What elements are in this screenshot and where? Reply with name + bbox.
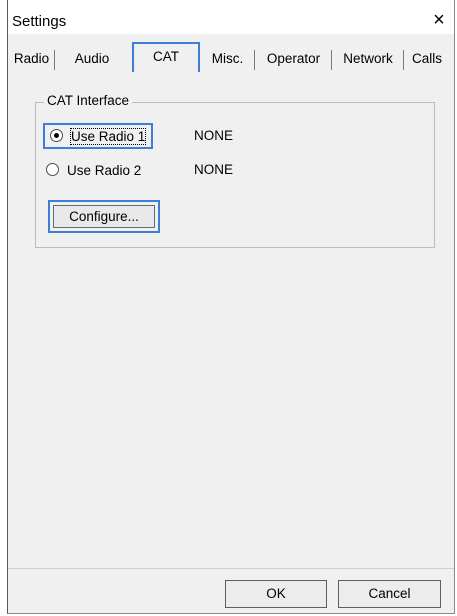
tab-misc[interactable]: Misc. [200,45,255,71]
tab-audio[interactable]: Audio [55,45,129,71]
tab-radio[interactable]: Radio [8,45,55,71]
title-bar[interactable]: Settings × [8,0,454,34]
use-radio-2-option[interactable]: Use Radio 2 [46,159,141,181]
radio-2-label: Use Radio 2 [67,163,142,178]
settings-dialog: Settings × Radio Audio CAT Misc. Operato… [7,0,455,614]
configure-button-label: Configure... [53,205,155,228]
radio-1-status: NONE [194,128,234,143]
cat-interface-group: CAT Interface Use Radio 1 NONE Use Radio… [35,93,435,248]
tab-network[interactable]: Network [332,45,404,71]
cat-tab-panel: CAT Interface Use Radio 1 NONE Use Radio… [8,72,454,566]
ok-button[interactable]: OK [225,580,327,608]
configure-button[interactable]: Configure... [48,200,160,233]
radio-2-status: NONE [194,162,234,177]
tab-cat[interactable]: CAT [132,42,200,73]
tab-calls[interactable]: Calls [404,45,450,71]
radio-1-button[interactable] [50,129,63,142]
radio-2-button[interactable] [46,163,59,176]
close-icon: × [433,9,445,31]
tab-strip: Radio Audio CAT Misc. Operator Network C… [8,42,454,73]
window-title: Settings [12,13,67,30]
group-title: CAT Interface [44,93,133,108]
use-radio-1-option[interactable]: Use Radio 1 [43,123,154,149]
radio-1-label: Use Radio 1 [69,128,147,145]
tab-operator[interactable]: Operator [255,45,332,71]
close-button[interactable]: × [428,10,450,32]
footer-divider [8,568,454,569]
cancel-button[interactable]: Cancel [338,580,441,608]
